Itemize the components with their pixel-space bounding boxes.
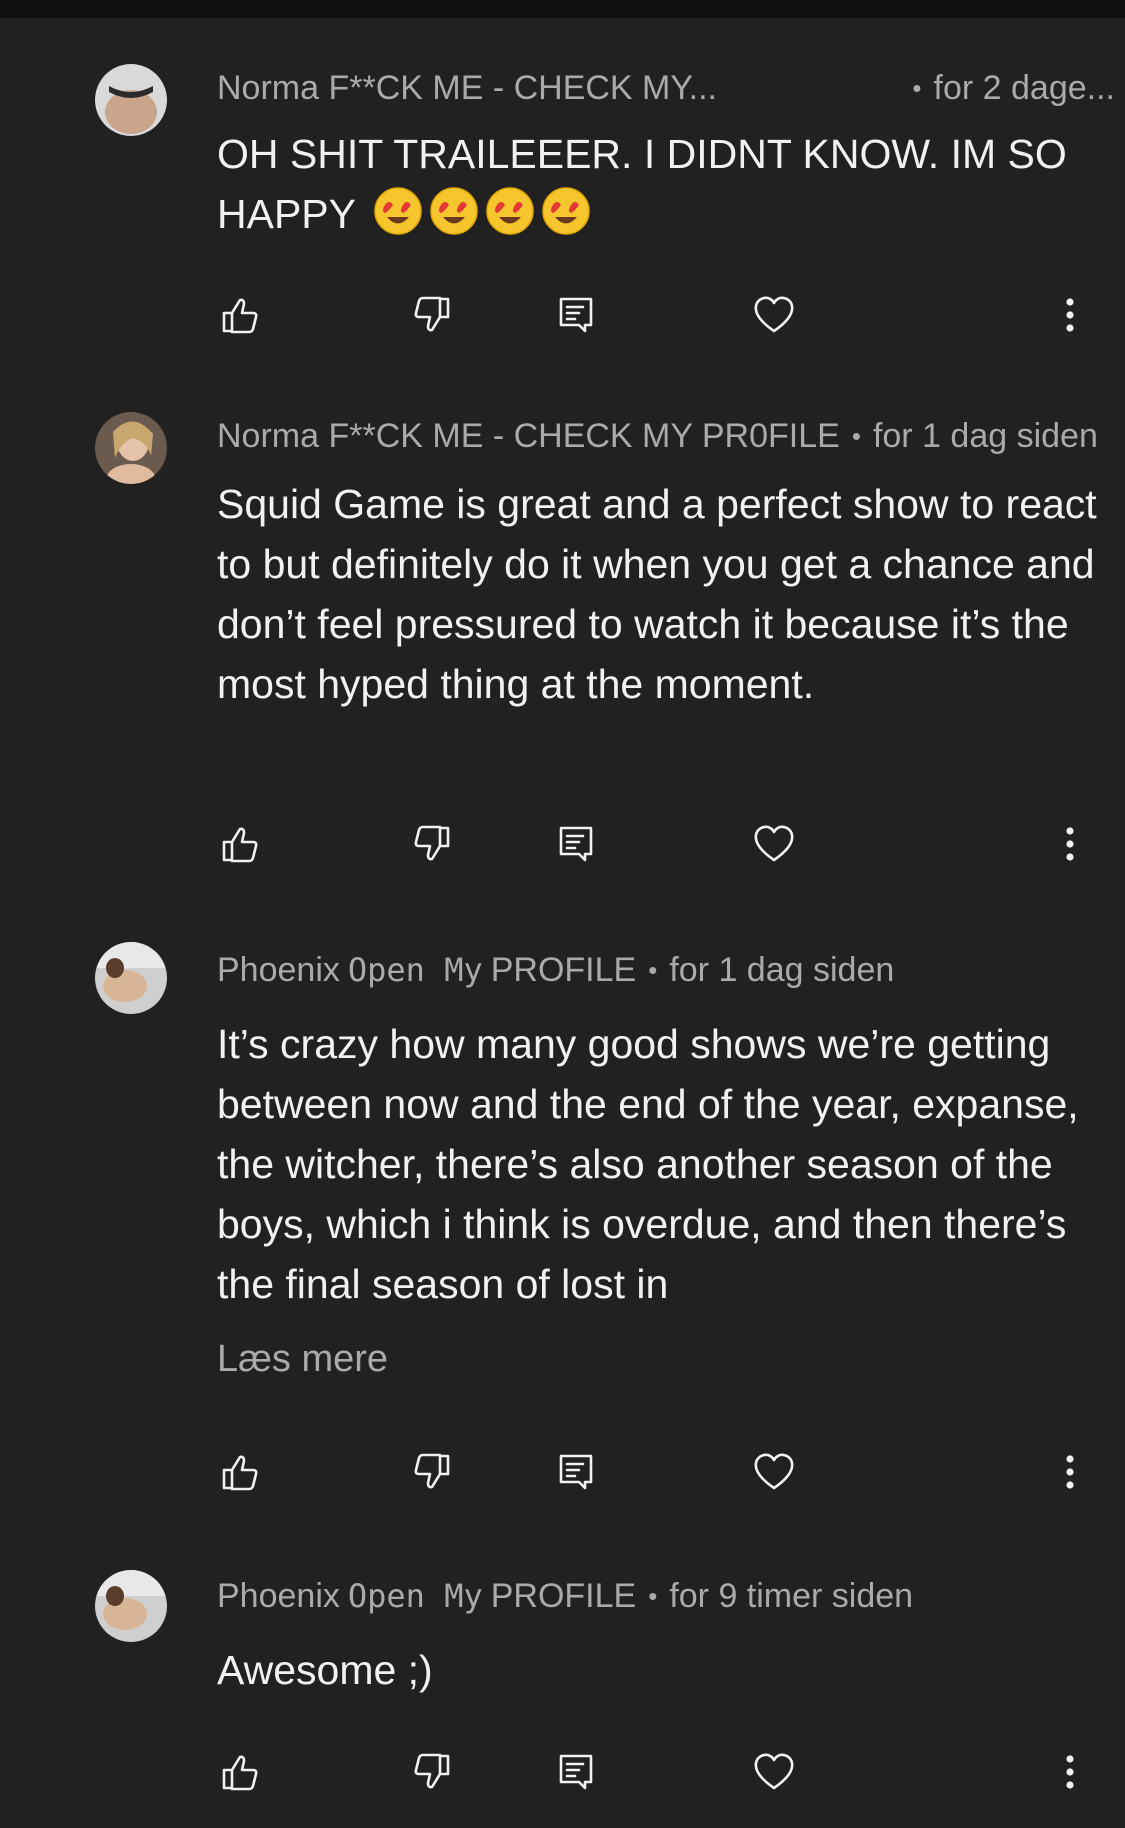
- thumbs-down-icon: [410, 1750, 454, 1794]
- heart-button[interactable]: [744, 1742, 804, 1802]
- emoji-row: [367, 187, 591, 237]
- thumbs-down-icon: [410, 822, 454, 866]
- comment-actions: [0, 1442, 1125, 1502]
- comment-text: It’s crazy how many good shows we’re get…: [217, 1021, 1079, 1307]
- comment-actions: [0, 285, 1125, 345]
- like-button[interactable]: [210, 285, 270, 345]
- comment-actions: [0, 1742, 1125, 1802]
- avatar[interactable]: [95, 64, 167, 136]
- dislike-button[interactable]: [402, 1742, 462, 1802]
- thumbs-up-icon: [218, 1750, 262, 1794]
- comment-text: Squid Game is great and a perfect show t…: [217, 481, 1097, 707]
- more-options-button[interactable]: [1040, 1442, 1100, 1502]
- separator-dot: •: [912, 72, 922, 103]
- thumbs-down-icon: [410, 293, 454, 337]
- comment-header: Norma F**CK ME - CHECK MY... • for 2 dag…: [217, 66, 1115, 110]
- comment-text-content: OH SHIT TRAILEEER. I DIDNT KNOW. IM SO H…: [217, 131, 1067, 237]
- thumbs-up-icon: [218, 1450, 262, 1494]
- reply-icon: [554, 1750, 598, 1794]
- reply-button[interactable]: [546, 814, 606, 874]
- avatar[interactable]: [95, 1570, 167, 1642]
- author-tail: PROFILE: [490, 1576, 637, 1615]
- heart-eyes-emoji: [429, 186, 479, 236]
- comment-time: for 1 dag siden: [669, 950, 895, 989]
- separator-dot: •: [851, 420, 861, 451]
- avatar[interactable]: [95, 412, 167, 484]
- heart-button[interactable]: [744, 1442, 804, 1502]
- like-button[interactable]: [210, 814, 270, 874]
- heart-button[interactable]: [744, 814, 804, 874]
- reply-icon: [554, 822, 598, 866]
- comment-actions: [0, 814, 1125, 874]
- reply-icon: [554, 293, 598, 337]
- author-fancy-text: Open My: [347, 1577, 483, 1615]
- top-status-strip: [0, 0, 1125, 18]
- heart-icon: [752, 822, 796, 866]
- heart-eyes-emoji: [485, 186, 535, 236]
- avatar[interactable]: [95, 942, 167, 1014]
- like-button[interactable]: [210, 1442, 270, 1502]
- author-name[interactable]: Phoenix: [217, 951, 340, 990]
- author-tail: PROFILE: [490, 950, 637, 989]
- separator-dot: •: [648, 954, 658, 985]
- author-name[interactable]: Phoenix: [217, 1577, 340, 1616]
- comment-header: Phoenix Open My PROFILE • for 1 dag side…: [217, 948, 1115, 992]
- reply-button[interactable]: [546, 1442, 606, 1502]
- comment-time: for 2 dage...: [933, 68, 1115, 107]
- more-options-button[interactable]: [1040, 285, 1100, 345]
- avatar-image: [95, 1570, 167, 1642]
- dislike-button[interactable]: [402, 1442, 462, 1502]
- comment-text: Awesome ;): [217, 1647, 433, 1693]
- avatar-image: [95, 942, 167, 1014]
- more-vert-icon: [1048, 822, 1092, 866]
- thumbs-up-icon: [218, 293, 262, 337]
- heart-eyes-emoji: [541, 186, 591, 236]
- thumbs-up-icon: [218, 822, 262, 866]
- avatar-image: [95, 412, 167, 484]
- reply-icon: [554, 1450, 598, 1494]
- dislike-button[interactable]: [402, 814, 462, 874]
- heart-icon: [752, 1750, 796, 1794]
- dislike-button[interactable]: [402, 285, 462, 345]
- heart-button[interactable]: [744, 285, 804, 345]
- heart-icon: [752, 293, 796, 337]
- like-button[interactable]: [210, 1742, 270, 1802]
- comment-time: for 1 dag siden: [872, 416, 1098, 455]
- comment-time: for 9 timer siden: [669, 1576, 914, 1615]
- comment-header: Norma F**CK ME - CHECK MY PR0FILE • for …: [217, 414, 1115, 458]
- comment-text: OH SHIT TRAILEEER. I DIDNT KNOW. IM SO H…: [217, 124, 1097, 244]
- more-vert-icon: [1048, 1450, 1092, 1494]
- reply-button[interactable]: [546, 285, 606, 345]
- author-name[interactable]: Norma F**CK ME - CHECK MY...: [217, 69, 717, 108]
- more-options-button[interactable]: [1040, 1742, 1100, 1802]
- separator-dot: •: [648, 1580, 658, 1611]
- author-name[interactable]: Norma F**CK ME - CHECK MY PR0FILE: [217, 417, 840, 456]
- author-fancy-text: Open My: [347, 951, 483, 989]
- more-vert-icon: [1048, 293, 1092, 337]
- more-options-button[interactable]: [1040, 814, 1100, 874]
- avatar-image: [95, 64, 167, 136]
- comment-header: Phoenix Open My PROFILE • for 9 timer si…: [217, 1574, 1115, 1618]
- reply-button[interactable]: [546, 1742, 606, 1802]
- read-more-link[interactable]: Læs mere: [217, 1338, 388, 1381]
- heart-eyes-emoji: [373, 186, 423, 236]
- thumbs-down-icon: [410, 1450, 454, 1494]
- heart-icon: [752, 1450, 796, 1494]
- more-vert-icon: [1048, 1750, 1092, 1794]
